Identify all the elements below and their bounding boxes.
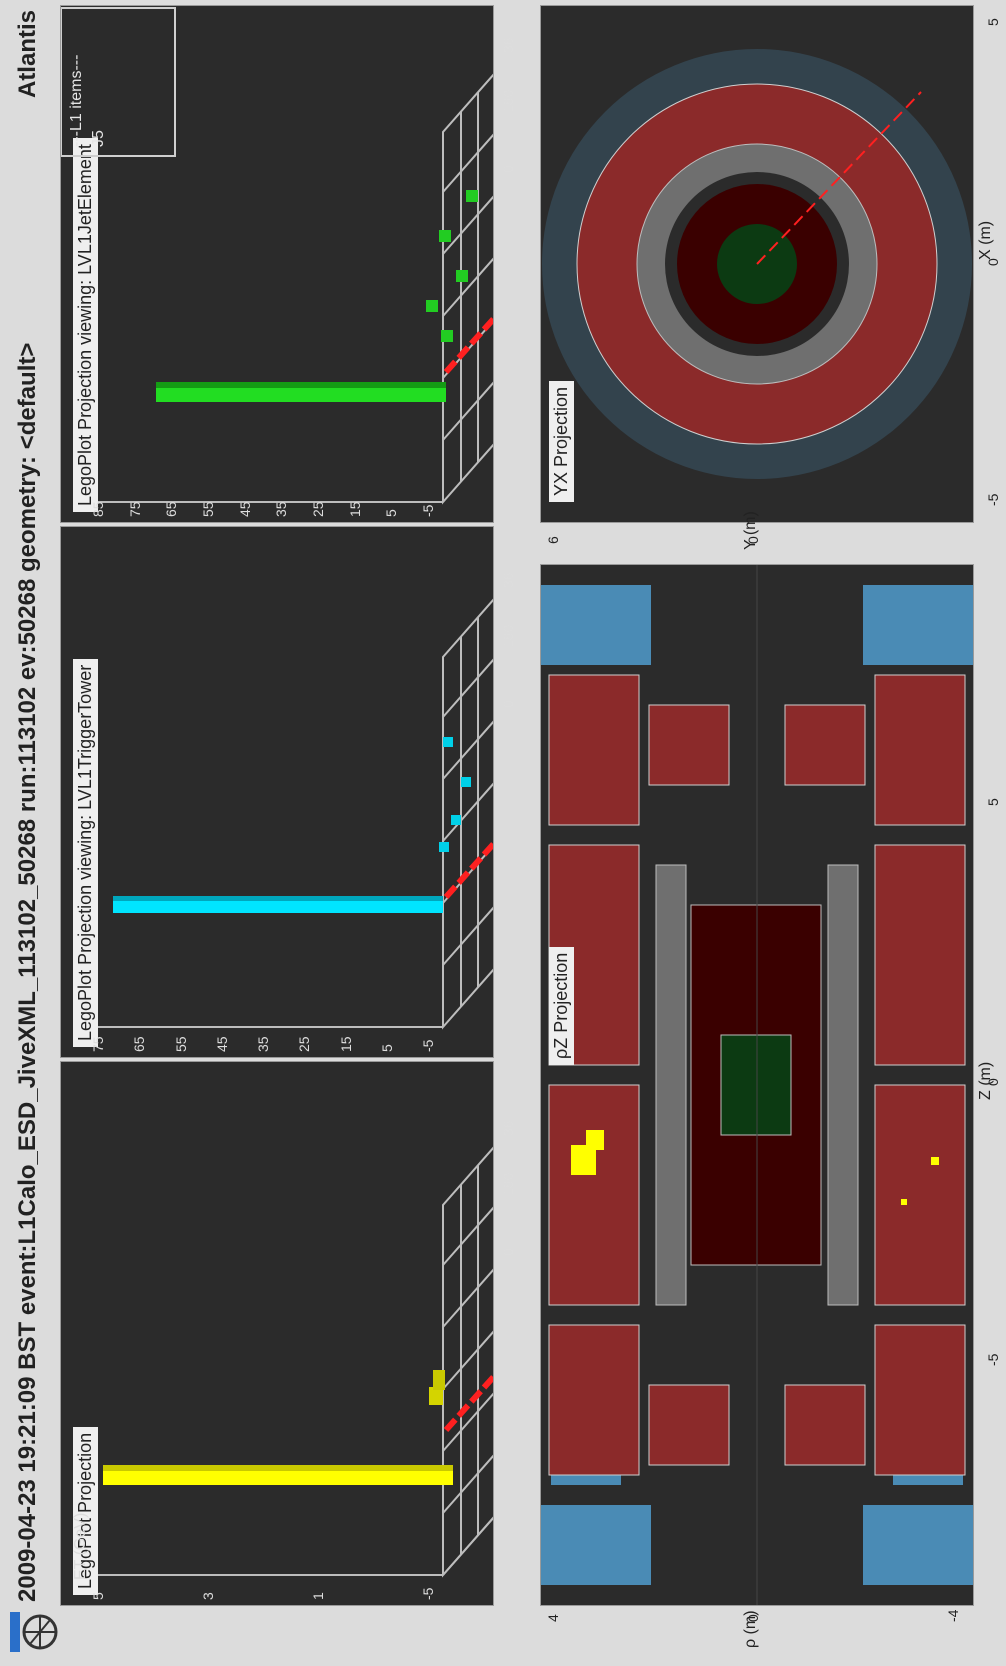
lego-3-phi-tick: 36	[500, 37, 516, 53]
legend-line-1: ---L1 items---	[68, 54, 85, 147]
atlas-logo-icon	[10, 1612, 58, 1652]
yx-x-tick: 5	[985, 18, 1001, 26]
lego-1-phi-tick: 36	[500, 1120, 516, 1136]
lego-panel-3-label: LegoPlot Projection viewing: LVL1JetElem…	[73, 138, 98, 512]
lego-2-y-tick: 65	[131, 1036, 148, 1052]
lego-1-y-tick: -5	[420, 1587, 436, 1600]
lego-1-y-tick: 3	[200, 1592, 216, 1600]
lego-3-y-tick: 35	[273, 501, 290, 517]
rz-x-tick: 0	[985, 1078, 1001, 1086]
rz-y-tick: 4	[545, 1614, 561, 1622]
yx-panel[interactable]: YX Projection	[540, 5, 974, 523]
lego-plot-2	[93, 554, 494, 1030]
lego-2-phi-tick: 180	[500, 624, 516, 648]
yx-x-tick: -5	[985, 493, 1001, 506]
rz-x-tick: 5	[985, 798, 1001, 806]
rz-y-axis-title: ρ (m)	[742, 1610, 759, 1648]
lego-towers-1	[103, 1370, 453, 1485]
lego-3-y-tick: 45	[236, 501, 253, 517]
lego-3-y-tick: 5	[383, 509, 400, 517]
lego-3-phi-tick: 0	[500, 165, 516, 173]
lego-2-y-tick: 5	[378, 1044, 395, 1052]
lego-2-y-tick: 25	[296, 1036, 313, 1052]
rz-y-tick: -4	[945, 1609, 961, 1622]
lego-towers-3	[156, 190, 478, 402]
lego-3-y-tick: 55	[200, 501, 216, 517]
lego-plot-1	[93, 1102, 494, 1578]
lego-2-phi-tick: 0	[500, 700, 516, 708]
lego-1-y-tick: 1	[310, 1592, 326, 1600]
lego-grid-1	[93, 1102, 494, 1578]
app-brand: Atlantis	[14, 10, 41, 99]
lego-3-y-tick: 15	[346, 501, 363, 517]
lego-red-jet-line-1	[443, 1332, 494, 1433]
rotated-display-canvas: 2009-04-23 19:21:09 BST event:L1Calo_ESD…	[0, 0, 1006, 1666]
rz-x-tick: -5	[985, 1353, 1001, 1366]
lego-3-y-tick: -5	[420, 504, 436, 517]
lego-3-phi-tick: 180	[500, 89, 516, 113]
lego-grid-2	[93, 554, 494, 1030]
lego-1-y-axis-title: ET (GeV)	[72, 1512, 89, 1580]
lego-panel-1[interactable]: LegoPlot Projection	[60, 1061, 494, 1606]
rz-panel[interactable]: ρZ Projection	[540, 564, 974, 1606]
lego-towers-2	[113, 737, 471, 913]
lego-2-y-tick: -5	[420, 1039, 436, 1052]
lego-3-y-tick: 85	[90, 501, 106, 517]
atlantis-event-display: 2009-04-23 19:21:09 BST event:L1Calo_ESD…	[0, 0, 1006, 1666]
rz-y-tick: 0	[745, 1614, 761, 1622]
lego-2-y-tick: 55	[172, 1036, 189, 1052]
yx-panel-label: YX Projection	[549, 380, 574, 502]
lego-3-y-tick: 25	[310, 501, 326, 517]
rz-view	[541, 565, 973, 1605]
yx-view	[541, 6, 973, 522]
lego-3-y-tick: 75	[126, 501, 143, 517]
yx-y-tick: 6	[545, 536, 561, 544]
yx-y-axis-title: Y (m)	[742, 511, 759, 550]
legend-line-2: J5	[90, 130, 107, 147]
lego-1-phi-tick: 0	[500, 1248, 516, 1256]
lego-1-phi-tick: 180	[500, 1172, 516, 1196]
lego-panel-3[interactable]: LegoPlot Projection viewing: LVL1JetElem…	[60, 5, 494, 523]
lego-2-phi-tick: 36	[500, 572, 516, 588]
lego-2-y-tick: 45	[213, 1036, 230, 1052]
l1-items-legend: ---L1 items--- J5	[60, 7, 176, 157]
lego-2-y-tick: 35	[255, 1036, 271, 1052]
rz-panel-label: ρZ Projection	[549, 946, 574, 1065]
lego-panel-2[interactable]: LegoPlot Projection viewing: LVL1Trigger…	[60, 526, 494, 1058]
lego-2-y-tick: 15	[337, 1036, 354, 1052]
lego-1-y-tick: 5	[90, 1592, 106, 1600]
yx-x-tick: 0	[985, 258, 1001, 266]
event-title: 2009-04-23 19:21:09 BST event:L1Calo_ESD…	[14, 342, 41, 1602]
lego-2-y-tick: 75	[90, 1036, 106, 1052]
lego-red-jet-line-3	[443, 274, 494, 375]
yx-y-tick: 0	[745, 536, 761, 544]
lego-3-y-tick: 65	[163, 501, 180, 517]
lego-panel-2-label: LegoPlot Projection viewing: LVL1Trigger…	[73, 658, 98, 1047]
